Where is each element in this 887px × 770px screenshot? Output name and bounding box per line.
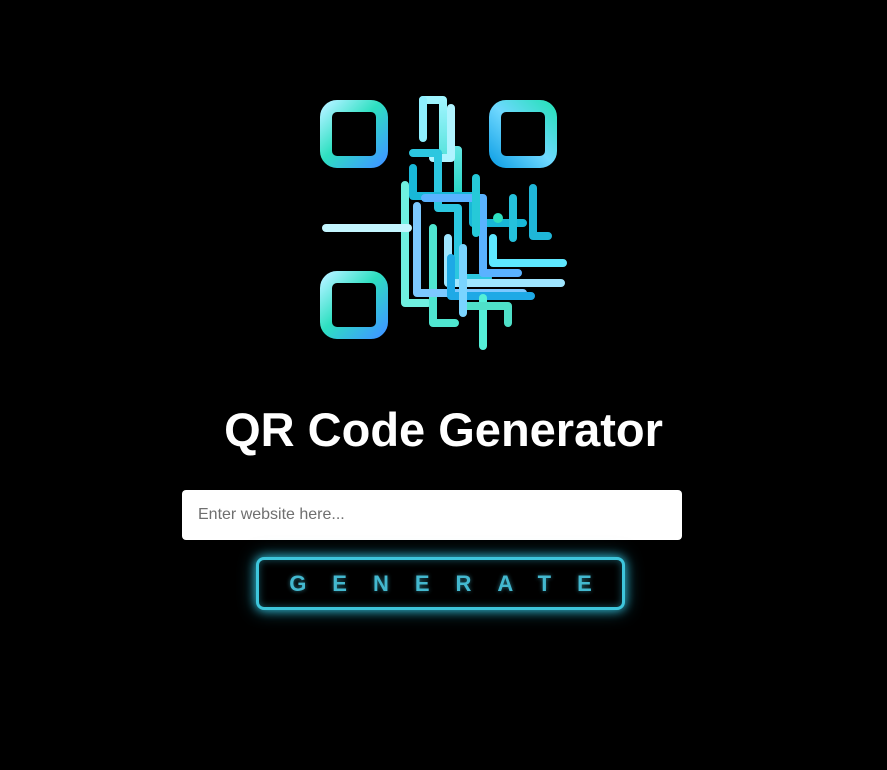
generate-button[interactable]: GENERATE <box>256 557 625 610</box>
page-title: QR Code Generator <box>224 403 663 456</box>
app-page: QR Code Generator GENERATE <box>0 0 887 770</box>
qr-code-icon <box>320 96 567 350</box>
website-input[interactable] <box>182 490 682 540</box>
